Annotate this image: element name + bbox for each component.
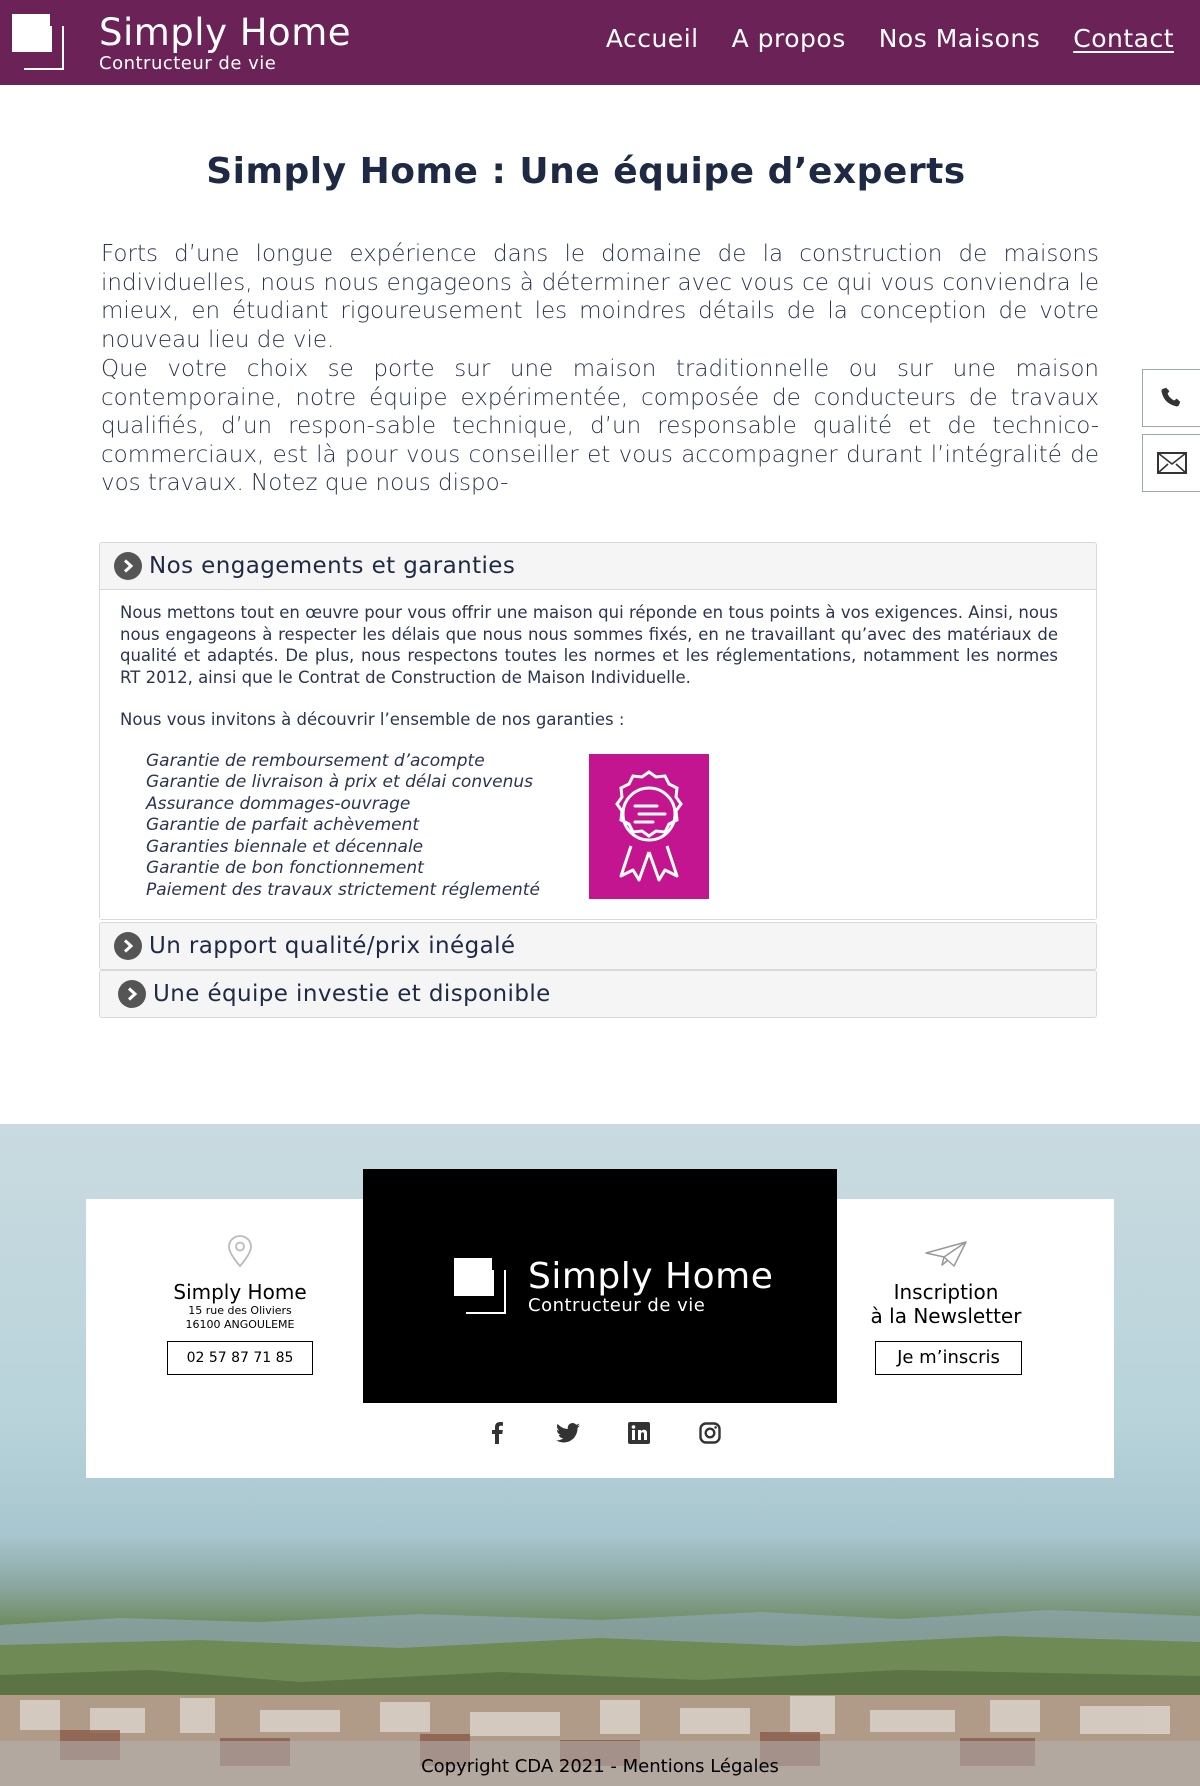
- instagram-icon[interactable]: [697, 1420, 723, 1446]
- accordion-equipe[interactable]: Une équipe investie et disponible: [99, 970, 1097, 1018]
- phone-side-button[interactable]: [1142, 369, 1200, 427]
- brand-title: Simply Home: [99, 11, 351, 54]
- accordion-header-engagements[interactable]: Nos engagements et garanties: [100, 543, 1096, 589]
- newsletter-line2: à la Newsletter: [870, 1304, 1022, 1328]
- paper-plane-icon: [925, 1241, 967, 1267]
- guarantees-intro: Nous vous invitons à découvrir l’ensembl…: [120, 710, 625, 729]
- accordion-body-engagements: Nous mettons tout en œuvre pour vous off…: [100, 589, 1096, 919]
- brand-subtitle: Contructeur de vie: [99, 53, 277, 74]
- location-pin-icon: [228, 1235, 252, 1268]
- accordion-title: Nos engagements et garanties: [149, 553, 516, 579]
- nav-contact[interactable]: Contact: [1073, 24, 1174, 53]
- footer-logo-icon: [454, 1258, 506, 1314]
- footer-newsletter: Inscription à la Newsletter: [856, 1240, 1036, 1328]
- nav-accueil[interactable]: Accueil: [606, 24, 699, 53]
- footer-company-name: Simply Home: [173, 1280, 307, 1304]
- site-header: Simply Home Contructeur de vie Accueil A…: [0, 0, 1200, 85]
- footer-address-line1: 15 rue des Oliviers: [188, 1304, 292, 1317]
- accordion-header-equipe[interactable]: Une équipe investie et disponible: [100, 971, 1096, 1017]
- award-badge-icon: [589, 753, 709, 899]
- social-links: [484, 1420, 723, 1446]
- linkedin-icon[interactable]: [626, 1420, 652, 1446]
- email-side-button[interactable]: [1142, 434, 1200, 492]
- intro-paragraph-1: Forts d’une longue expérience dans le do…: [101, 241, 1099, 353]
- intro-paragraph-2: Que votre choix se porte sur une maison …: [101, 356, 1099, 496]
- footer-phone-button[interactable]: 02 57 87 71 85: [167, 1341, 313, 1375]
- accordion-engagements: Nos engagements et garanties Nous metton…: [99, 542, 1097, 920]
- accordion-header-qualite-prix[interactable]: Un rapport qualité/prix inégalé: [100, 923, 1096, 969]
- accordion-title: Une équipe investie et disponible: [153, 981, 551, 1007]
- footer-brand-title: Simply Home: [528, 1256, 774, 1297]
- logo-icon[interactable]: [12, 14, 64, 70]
- phone-icon: [1161, 387, 1181, 407]
- footer-address: Simply Home 15 rue des Oliviers 16100 AN…: [150, 1234, 330, 1332]
- copyright-bar[interactable]: Copyright CDA 2021 - Mentions Légales: [0, 1741, 1200, 1786]
- newsletter-line1: Inscription: [893, 1280, 999, 1304]
- newsletter-subscribe-button[interactable]: Je m’inscris: [875, 1341, 1022, 1375]
- accordion-qualite-prix[interactable]: Un rapport qualité/prix inégalé: [99, 922, 1097, 970]
- nav-a-propos[interactable]: A propos: [732, 24, 846, 53]
- nav-nos-maisons[interactable]: Nos Maisons: [879, 24, 1041, 53]
- footer-brand-subtitle: Contructeur de vie: [528, 1295, 706, 1316]
- accordion-title: Un rapport qualité/prix inégalé: [149, 933, 516, 959]
- mail-icon: [1157, 452, 1187, 474]
- engagements-paragraph: Nous mettons tout en œuvre pour vous off…: [120, 603, 1058, 687]
- page-title: Simply Home : Une équipe d’experts: [206, 151, 966, 192]
- twitter-icon[interactable]: [555, 1420, 581, 1446]
- brand[interactable]: Simply Home Contructeur de vie: [99, 14, 351, 73]
- main-nav: Accueil A propos Nos Maisons Contact: [606, 24, 1174, 53]
- chevron-right-icon: [118, 980, 146, 1008]
- chevron-right-icon: [114, 552, 142, 580]
- footer-brand: Simply Home Contructeur de vie: [528, 1259, 773, 1315]
- footer-address-line2: 16100 ANGOULEME: [185, 1318, 295, 1331]
- chevron-right-icon: [114, 932, 142, 960]
- facebook-icon[interactable]: [484, 1420, 510, 1446]
